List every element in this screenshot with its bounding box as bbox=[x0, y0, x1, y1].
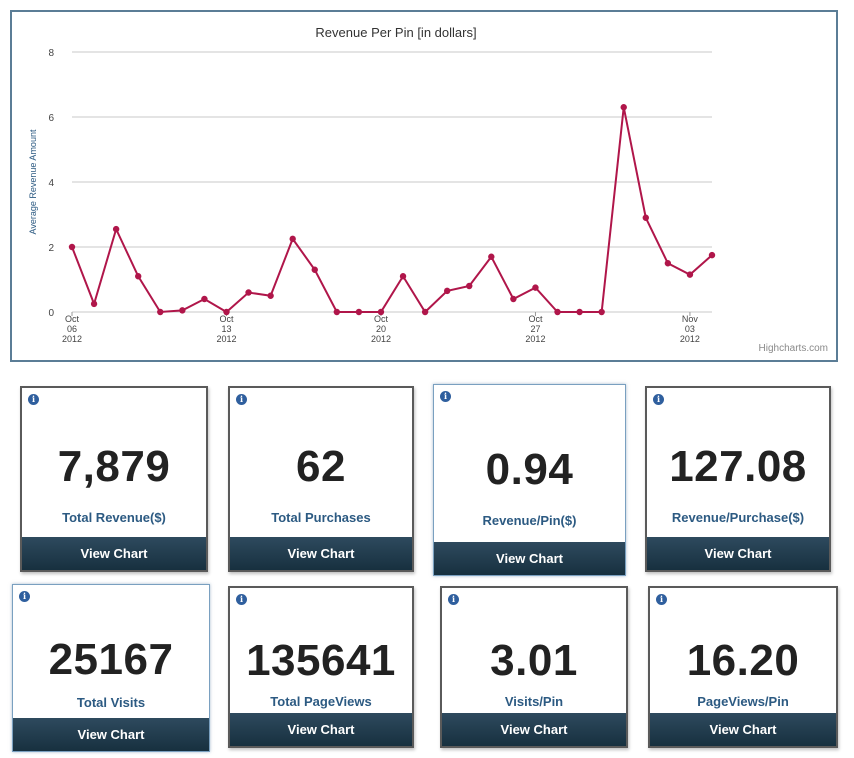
card-value: 62 bbox=[296, 442, 346, 491]
view-chart-button[interactable]: View Chart bbox=[13, 718, 209, 751]
data-point bbox=[267, 292, 274, 299]
data-point bbox=[245, 289, 252, 296]
data-point bbox=[90, 300, 98, 308]
data-point bbox=[598, 308, 605, 316]
y-tick-label: 4 bbox=[48, 178, 54, 189]
data-point bbox=[377, 308, 385, 316]
view-chart-button[interactable]: View Chart bbox=[442, 713, 626, 746]
x-tick-label: 2012 bbox=[371, 334, 391, 344]
card-total-pageviews: i 135641 Total PageViews View Chart bbox=[228, 586, 414, 748]
info-icon[interactable]: i bbox=[236, 594, 247, 605]
card-label: PageViews/Pin bbox=[697, 694, 789, 709]
data-point bbox=[443, 287, 451, 295]
card-pageviews-per-pin: i 16.20 PageViews/Pin View Chart bbox=[648, 586, 838, 748]
x-tick-label: Oct bbox=[219, 314, 234, 324]
data-point bbox=[620, 104, 627, 111]
x-tick-label: 20 bbox=[376, 324, 386, 334]
card-label: Total Visits bbox=[76, 695, 146, 710]
x-tick-label: 13 bbox=[221, 324, 231, 334]
card-label: Visits/Pin bbox=[504, 694, 564, 709]
card-value: 16.20 bbox=[686, 636, 800, 685]
y-tick-label: 0 bbox=[48, 308, 54, 319]
card-value: 135641 bbox=[246, 636, 396, 685]
data-point bbox=[68, 243, 76, 251]
data-point bbox=[179, 307, 186, 314]
revenue-line-chart: Revenue Per Pin [in dollars] 0 2 4 6 8 Average… bbox=[28, 25, 716, 344]
data-point bbox=[708, 251, 716, 259]
data-point bbox=[466, 282, 473, 290]
data-point bbox=[135, 273, 142, 280]
card-value: 0.94 bbox=[485, 445, 574, 494]
data-point bbox=[421, 308, 429, 316]
x-tick-label: Nov bbox=[682, 314, 699, 324]
data-point bbox=[311, 266, 318, 273]
data-point bbox=[532, 284, 539, 291]
highcharts-credit[interactable]: Highcharts.com bbox=[759, 343, 828, 354]
card-label: Total Purchases bbox=[271, 510, 371, 525]
view-chart-button[interactable]: View Chart bbox=[22, 537, 206, 570]
info-icon[interactable]: i bbox=[236, 394, 247, 405]
x-tick-label: 2012 bbox=[62, 334, 82, 344]
x-tick-label: 2012 bbox=[216, 334, 236, 344]
x-tick-label: 03 bbox=[685, 324, 695, 334]
view-chart-button[interactable]: View Chart bbox=[647, 537, 829, 570]
data-point bbox=[399, 273, 407, 280]
card-total-purchases: i 62 Total Purchases View Chart bbox=[228, 386, 414, 572]
data-point bbox=[576, 308, 583, 316]
info-icon[interactable]: i bbox=[19, 591, 30, 602]
data-point bbox=[201, 295, 208, 303]
x-tick-label: Oct bbox=[528, 314, 543, 324]
data-point bbox=[510, 295, 517, 303]
x-tick-label: 06 bbox=[67, 324, 77, 334]
card-visits-per-pin: i 3.01 Visits/Pin View Chart bbox=[440, 586, 628, 748]
card-value: 127.08 bbox=[669, 442, 807, 491]
data-point bbox=[223, 308, 230, 316]
y-tick-label: 6 bbox=[48, 113, 54, 124]
y-tick-label: 2 bbox=[48, 243, 54, 254]
data-point bbox=[642, 214, 649, 221]
info-icon[interactable]: i bbox=[28, 394, 39, 405]
chart-title: Revenue Per Pin [in dollars] bbox=[315, 25, 476, 40]
data-point bbox=[333, 308, 341, 316]
y-tick-label: 8 bbox=[48, 48, 54, 59]
data-point bbox=[157, 308, 164, 316]
data-point bbox=[488, 253, 495, 260]
info-icon[interactable]: i bbox=[656, 594, 667, 605]
data-point bbox=[112, 225, 120, 233]
x-tick-label: 2012 bbox=[680, 334, 700, 344]
card-revenue-per-purchase: i 127.08 Revenue/Purchase($) View Chart bbox=[645, 386, 831, 572]
card-label: Revenue/Pin($) bbox=[482, 513, 577, 528]
data-point bbox=[686, 271, 694, 278]
view-chart-button[interactable]: View Chart bbox=[230, 537, 412, 570]
card-label: Revenue/Purchase($) bbox=[671, 510, 805, 525]
data-point bbox=[289, 235, 296, 243]
view-chart-button[interactable]: View Chart bbox=[434, 542, 625, 575]
revenue-chart-panel: Revenue Per Pin [in dollars] 0 2 4 6 8 Average… bbox=[10, 10, 838, 362]
card-value: 7,879 bbox=[57, 442, 171, 491]
card-value: 25167 bbox=[48, 635, 174, 684]
card-total-visits: i 25167 Total Visits View Chart bbox=[12, 584, 210, 752]
info-icon[interactable]: i bbox=[448, 594, 459, 605]
card-total-revenue: i 7,879 Total Revenue($) View Chart bbox=[20, 386, 208, 572]
view-chart-button[interactable]: View Chart bbox=[650, 713, 836, 746]
card-value: 3.01 bbox=[490, 636, 578, 685]
data-point bbox=[355, 308, 363, 316]
card-label: Total PageViews bbox=[270, 694, 372, 709]
x-tick-label: 2012 bbox=[525, 334, 545, 344]
view-chart-button[interactable]: View Chart bbox=[230, 713, 412, 746]
info-icon[interactable]: i bbox=[653, 394, 664, 405]
data-point bbox=[664, 260, 672, 267]
x-tick-label: 27 bbox=[530, 324, 540, 334]
data-point bbox=[554, 308, 561, 316]
card-revenue-per-pin: i 0.94 Revenue/Pin($) View Chart bbox=[433, 384, 626, 576]
info-icon[interactable]: i bbox=[440, 391, 451, 402]
x-tick-label: Oct bbox=[65, 314, 80, 324]
y-axis-label: Average Revenue Amount bbox=[28, 129, 38, 234]
card-label: Total Revenue($) bbox=[62, 510, 166, 525]
x-tick-label: Oct bbox=[374, 314, 389, 324]
series-line bbox=[71, 107, 713, 314]
